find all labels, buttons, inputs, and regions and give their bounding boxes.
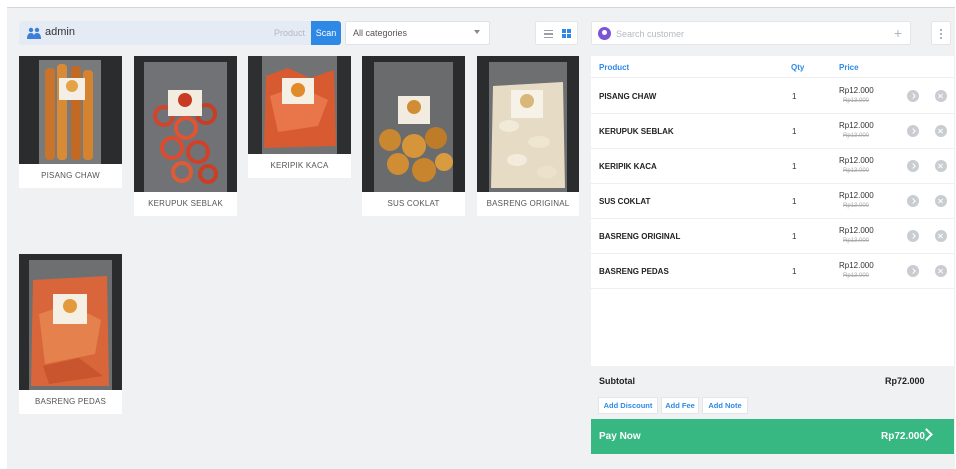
product-card[interactable]: BASRENG PEDAS: [19, 254, 122, 414]
pos-app: admin Scan All categories PISANG CHA: [7, 7, 955, 469]
cart-item-price: Rp12.000: [839, 191, 874, 200]
column-price: Price: [839, 63, 859, 72]
cart-item-qty[interactable]: 1: [792, 232, 796, 241]
cart-item-qty[interactable]: 1: [792, 197, 796, 206]
subtotal-label: Subtotal: [599, 376, 635, 386]
grid-view-icon[interactable]: [562, 29, 572, 39]
scan-button[interactable]: Scan: [311, 21, 341, 45]
cart-item-name: KERIPIK KACA: [599, 162, 657, 171]
cart-item-price: Rp12.000: [839, 121, 874, 130]
cart-item-name: BASRENG PEDAS: [599, 267, 669, 276]
cart-item-original-price: Rp13.000: [843, 273, 870, 279]
cart-row[interactable]: KERIPIK KACA 1 Rp12.000 Rp13.000: [591, 149, 954, 184]
delete-icon[interactable]: [935, 125, 947, 137]
pay-now-button[interactable]: Pay Now Rp72.000: [591, 419, 954, 454]
delete-icon[interactable]: [935, 195, 947, 207]
category-select[interactable]: All categories: [345, 21, 490, 45]
product-search-input[interactable]: [169, 25, 309, 41]
subtotal-section: Subtotal Rp72.000 Add Discount Add Fee A…: [591, 370, 954, 418]
product-card[interactable]: SUS COKLAT: [362, 56, 465, 216]
delete-icon[interactable]: [935, 265, 947, 277]
product-name: SUS COKLAT: [387, 199, 440, 208]
cart-row[interactable]: KERUPUK SEBLAK 1 Rp12.000 Rp13.000: [591, 114, 954, 149]
cart-item-qty[interactable]: 1: [792, 162, 796, 171]
cart-item-name: PISANG CHAW: [599, 92, 657, 101]
cart-item-original-price: Rp13.000: [843, 133, 870, 139]
product-image: [362, 56, 465, 192]
add-note-button[interactable]: Add Note: [702, 397, 748, 414]
category-value: All categories: [353, 28, 408, 38]
go-icon[interactable]: [907, 125, 919, 137]
chevron-down-icon: [474, 30, 480, 34]
product-image: [19, 254, 122, 390]
cart-item-original-price: Rp13.000: [843, 168, 870, 174]
cart-item-original-price: Rp13.000: [843, 98, 870, 104]
cart-item-qty[interactable]: 1: [792, 127, 796, 136]
product-image: [134, 56, 237, 192]
product-name: BASRENG ORIGINAL: [486, 199, 570, 208]
column-product: Product: [599, 63, 630, 72]
cart-item-price: Rp12.000: [839, 261, 874, 270]
cart-item-name: BASRENG ORIGINAL: [599, 232, 681, 241]
cart-item-name: KERUPUK SEBLAK: [599, 127, 674, 136]
column-qty: Qty: [791, 63, 805, 72]
product-card[interactable]: PISANG CHAW: [19, 56, 122, 188]
go-icon[interactable]: [907, 160, 919, 172]
product-image: [477, 56, 579, 192]
product-image: [19, 56, 122, 164]
product-name: KERUPUK SEBLAK: [148, 199, 223, 208]
add-discount-button[interactable]: Add Discount: [598, 397, 658, 414]
delete-icon[interactable]: [935, 160, 947, 172]
add-fee-button[interactable]: Add Fee: [661, 397, 699, 414]
product-card[interactable]: KERUPUK SEBLAK: [134, 56, 237, 216]
view-toggle: [535, 21, 578, 45]
pay-now-label: Pay Now: [599, 431, 641, 442]
product-card[interactable]: KERIPIK KACA: [248, 56, 351, 178]
product-name: BASRENG PEDAS: [34, 397, 107, 406]
more-icon[interactable]: [931, 21, 951, 45]
cart-item-qty[interactable]: 1: [792, 267, 796, 276]
subtotal-value: Rp72.000: [885, 376, 925, 386]
customer-search-input[interactable]: [616, 26, 866, 42]
go-icon[interactable]: [907, 195, 919, 207]
product-name: KERIPIK KACA: [270, 161, 329, 170]
cart-item-qty[interactable]: 1: [792, 92, 796, 101]
delete-icon[interactable]: [935, 230, 947, 242]
list-view-icon[interactable]: [544, 30, 553, 38]
go-icon[interactable]: [907, 230, 919, 242]
product-card[interactable]: BASRENG ORIGINAL: [477, 56, 579, 216]
cart-item-original-price: Rp13.000: [843, 238, 870, 244]
product-name: PISANG CHAW: [41, 171, 100, 180]
cart-panel: Product Qty Price PISANG CHAW 1 Rp12.000…: [591, 56, 954, 366]
go-icon[interactable]: [907, 265, 919, 277]
plus-icon[interactable]: +: [894, 26, 902, 40]
delete-icon[interactable]: [935, 90, 947, 102]
go-icon[interactable]: [907, 90, 919, 102]
cart-item-price: Rp12.000: [839, 86, 874, 95]
user-name: admin: [45, 26, 75, 38]
pay-total: Rp72.000: [881, 431, 925, 442]
cart-row[interactable]: PISANG CHAW 1 Rp12.000 Rp13.000: [591, 79, 954, 114]
cart-row[interactable]: BASRENG ORIGINAL 1 Rp12.000 Rp13.000: [591, 219, 954, 254]
cart-row[interactable]: BASRENG PEDAS 1 Rp12.000 Rp13.000: [591, 254, 954, 289]
cart-item-original-price: Rp13.000: [843, 203, 870, 209]
cart-item-price: Rp12.000: [839, 156, 874, 165]
customer-icon: [598, 27, 611, 40]
customer-search-bar: +: [591, 21, 911, 45]
cart-row[interactable]: SUS COKLAT 1 Rp12.000 Rp13.000: [591, 184, 954, 219]
product-search-bar: admin Scan: [19, 21, 341, 45]
cart-item-price: Rp12.000: [839, 226, 874, 235]
product-image: [248, 56, 351, 154]
cart-header: Product Qty Price: [591, 56, 954, 78]
user-icon: [27, 27, 41, 39]
cart-item-name: SUS COKLAT: [599, 197, 651, 206]
